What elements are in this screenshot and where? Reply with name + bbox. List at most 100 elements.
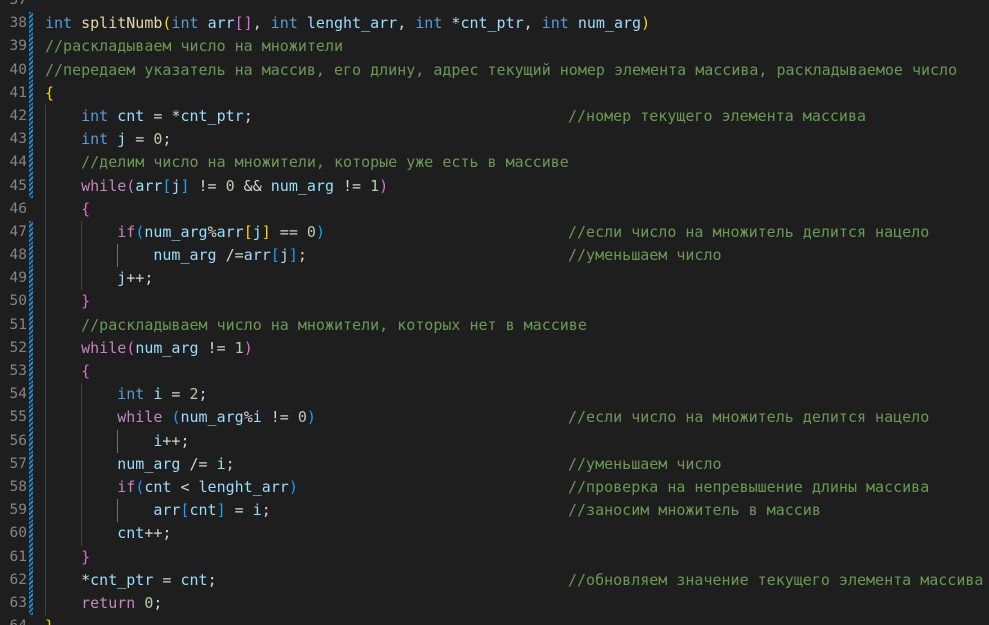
code-line[interactable]: 59 arr[cnt] = i; //заносим множитель в ма… [0, 499, 989, 523]
code-line[interactable]: 46 { [0, 197, 989, 221]
code-text[interactable]: return 0; [45, 592, 162, 615]
line-number[interactable]: 38 [0, 12, 27, 35]
code-line[interactable]: 41 { [0, 81, 989, 105]
code-text[interactable]: { [45, 198, 90, 221]
git-modified-marker[interactable] [29, 128, 33, 152]
git-modified-marker[interactable] [29, 220, 33, 245]
code-text[interactable]: int j = 0; [45, 128, 171, 151]
code-line[interactable]: 62 *cnt_ptr = cnt; //обновляем значение т… [0, 568, 989, 592]
line-number[interactable]: 57 [0, 453, 27, 476]
line-number[interactable]: 44 [0, 151, 27, 174]
code-line[interactable]: 39 //раскладываем число на множители [0, 35, 989, 59]
code-line[interactable]: 44 //делим число на множители, которые у… [0, 151, 989, 175]
code-text[interactable]: j++; [45, 267, 153, 290]
code-line[interactable]: 45 while(arr[j] != 0 && num_arg != 1) [0, 174, 989, 198]
code-line[interactable]: 49 j++; [0, 267, 989, 291]
code-line[interactable]: 54 int i = 2; [0, 383, 989, 407]
line-number[interactable]: 50 [0, 290, 27, 313]
git-modified-marker[interactable] [29, 151, 33, 175]
git-modified-marker[interactable] [29, 58, 33, 82]
git-modified-marker[interactable] [29, 244, 33, 268]
code-text[interactable]: //передаем указатель на массив, его длин… [45, 59, 957, 82]
line-number[interactable]: 56 [0, 430, 27, 453]
code-text[interactable]: int cnt = *cnt_ptr; [45, 105, 253, 128]
line-number[interactable]: 40 [0, 59, 27, 82]
line-number[interactable]: 60 [0, 522, 27, 545]
git-modified-marker[interactable] [29, 0, 33, 12]
git-modified-marker[interactable] [29, 545, 33, 569]
line-number[interactable]: 45 [0, 175, 27, 198]
line-number[interactable]: 43 [0, 128, 27, 151]
code-editor[interactable]: 37 38 int splitNumb(int arr[], int lenght_… [0, 0, 989, 625]
code-text[interactable]: //делим число на множители, которые уже … [45, 151, 569, 174]
line-number[interactable]: 61 [0, 546, 27, 569]
line-number[interactable]: 58 [0, 476, 27, 499]
git-modified-marker[interactable] [29, 81, 33, 105]
code-text[interactable]: cnt++; [45, 522, 171, 545]
git-modified-marker[interactable] [29, 591, 33, 616]
code-line[interactable]: 47 if(num_arg%arr[j] == 0) //если число н… [0, 220, 989, 245]
line-number[interactable]: 53 [0, 360, 27, 383]
editor-lines[interactable]: 37 38 int splitNumb(int arr[], int lenght_… [0, 0, 989, 625]
git-modified-marker[interactable] [29, 452, 33, 476]
git-modified-marker[interactable] [29, 383, 33, 407]
code-text[interactable]: num_arg /= i; [45, 453, 234, 476]
code-line[interactable]: 55 while (num_arg%i != 0) //если число на… [0, 406, 989, 430]
code-text[interactable]: int i = 2; [45, 383, 207, 406]
line-number[interactable]: 63 [0, 592, 27, 615]
code-text[interactable]: } [45, 290, 90, 313]
line-number[interactable]: 39 [0, 35, 27, 58]
git-modified-marker[interactable] [29, 499, 33, 523]
code-text[interactable]: *cnt_ptr = cnt; [45, 569, 216, 592]
git-modified-marker[interactable] [29, 615, 33, 625]
code-line[interactable]: 52 while(num_arg != 1) [0, 336, 989, 360]
git-modified-marker[interactable] [29, 336, 33, 360]
git-modified-marker[interactable] [29, 12, 33, 36]
code-line[interactable]: 48 num_arg /=arr[j]; //уменьшаем число [0, 244, 989, 268]
line-number[interactable]: 46 [0, 198, 27, 221]
git-modified-marker[interactable] [29, 522, 33, 546]
line-number[interactable]: 64 [0, 615, 27, 625]
code-text[interactable]: //раскладываем число на множители [45, 35, 343, 58]
code-line[interactable]: 58 if(cnt < lenght_arr) //проверка на неп… [0, 475, 989, 500]
code-text[interactable]: if(cnt < lenght_arr) [45, 476, 298, 499]
code-line[interactable]: 38 int splitNumb(int arr[], int lenght_ar… [0, 12, 989, 36]
code-line[interactable]: 57 num_arg /= i; //уменьшаем число [0, 452, 989, 476]
code-text[interactable]: while (num_arg%i != 0) [45, 406, 316, 429]
code-line[interactable]: 40 //передаем указатель на массив, его дл… [0, 58, 989, 82]
git-modified-marker[interactable] [29, 174, 33, 198]
git-modified-marker[interactable] [29, 267, 33, 291]
code-text[interactable]: //раскладываем число на множители, котор… [45, 314, 587, 337]
code-text[interactable]: arr[cnt] = i; [45, 499, 270, 522]
git-modified-marker[interactable] [29, 360, 33, 384]
git-modified-marker[interactable] [29, 429, 33, 453]
git-modified-marker[interactable] [29, 35, 33, 59]
git-modified-marker[interactable] [29, 198, 33, 221]
code-line[interactable]: 43 int j = 0; [0, 128, 989, 152]
git-modified-marker[interactable] [29, 313, 33, 337]
code-line[interactable]: 53 { [0, 360, 989, 384]
code-line[interactable]: 50 } [0, 290, 989, 314]
code-text[interactable]: while(num_arg != 1) [45, 337, 253, 360]
line-number[interactable]: 37 [0, 0, 27, 12]
line-number[interactable]: 54 [0, 383, 27, 406]
code-text[interactable]: } [45, 546, 90, 569]
code-line[interactable]: 42 int cnt = *cnt_ptr; //номер текущего э… [0, 104, 989, 129]
code-text[interactable]: if(num_arg%arr[j] == 0) [45, 221, 325, 244]
code-line[interactable]: 63 return 0; [0, 591, 989, 616]
code-text[interactable]: i++; [45, 430, 189, 453]
line-number[interactable]: 49 [0, 267, 27, 290]
code-text[interactable]: num_arg /=arr[j]; [45, 244, 307, 267]
line-number[interactable]: 52 [0, 337, 27, 360]
git-modified-marker[interactable] [29, 475, 33, 500]
git-modified-marker[interactable] [29, 406, 33, 430]
line-number[interactable]: 55 [0, 406, 27, 429]
code-line[interactable]: 51 //раскладываем число на множители, ко… [0, 313, 989, 337]
code-line[interactable]: 37 [0, 0, 989, 12]
line-number[interactable]: 41 [0, 82, 27, 105]
line-number[interactable]: 42 [0, 105, 27, 128]
line-number[interactable]: 62 [0, 569, 27, 592]
code-line[interactable]: 60 cnt++; [0, 522, 989, 546]
line-number[interactable]: 48 [0, 244, 27, 267]
code-text[interactable]: } [45, 615, 54, 625]
